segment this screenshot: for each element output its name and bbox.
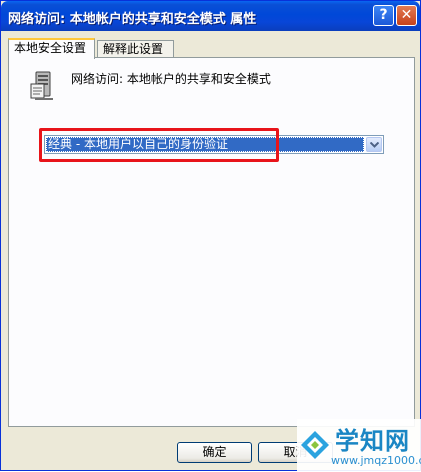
dropdown-arrow-button[interactable]	[366, 137, 382, 152]
properties-dialog: 网络访问: 本地帐户的共享和安全模式 属性 ? ✕ 本地安全设置 解释此设置 网…	[0, 0, 421, 472]
watermark-title: 学知网	[335, 427, 410, 455]
globe-logo-icon	[299, 429, 331, 461]
tab-explain-setting[interactable]: 解释此设置	[97, 40, 174, 58]
red-highlight-box	[39, 128, 279, 162]
tab-panel: 网络访问: 本地帐户的共享和安全模式 经典 - 本地用户以自己的身份验证	[8, 57, 415, 427]
policy-computer-icon	[27, 70, 59, 102]
watermark-url: www.jmqz1000.com	[331, 454, 421, 467]
window-title: 网络访问: 本地帐户的共享和安全模式 属性	[8, 12, 257, 27]
ok-button[interactable]: 确定	[177, 442, 252, 463]
title-bar[interactable]: 网络访问: 本地帐户的共享和安全模式 属性 ? ✕	[1, 1, 420, 31]
policy-name-label: 网络访问: 本地帐户的共享和安全模式	[71, 72, 271, 86]
close-button[interactable]: ✕	[396, 5, 417, 26]
help-button[interactable]: ?	[373, 5, 394, 26]
site-watermark: 学知网 www.jmqz1000.com	[297, 419, 421, 472]
tab-local-security-setting[interactable]: 本地安全设置	[8, 38, 95, 59]
